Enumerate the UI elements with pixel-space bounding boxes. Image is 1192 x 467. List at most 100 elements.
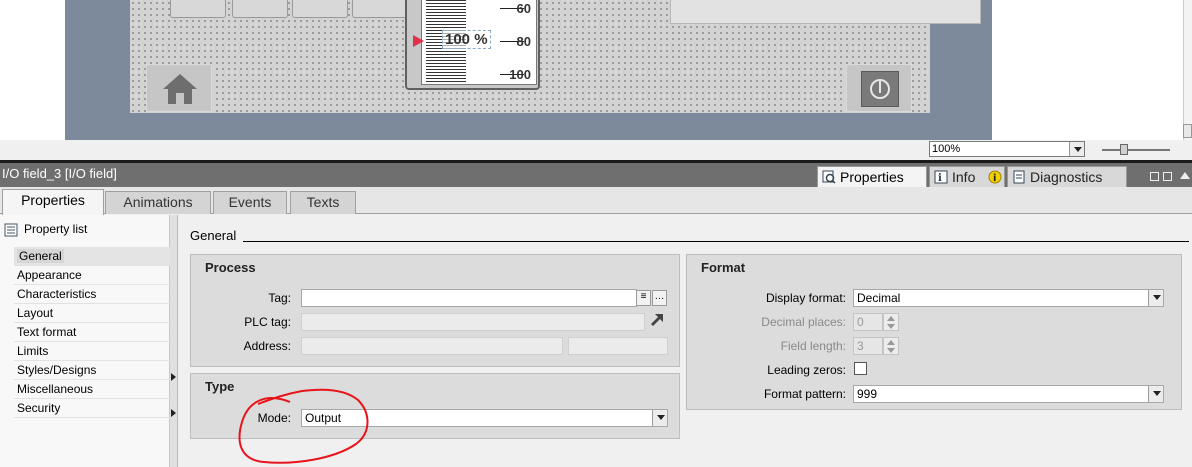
nav-item-label: Security	[17, 401, 61, 415]
nav-item-limits[interactable]: Limits	[14, 342, 170, 361]
process-title: Process	[205, 260, 256, 275]
scroll-down-arrow-icon[interactable]	[1183, 124, 1192, 138]
tab-animations[interactable]: Animations	[105, 191, 211, 214]
chevron-down-icon[interactable]	[652, 410, 667, 426]
nav-item-miscellaneous[interactable]: Miscellaneous	[14, 380, 170, 399]
restore-window-icon[interactable]	[1150, 172, 1159, 181]
inspector-header: I/O field_3 [I/O field] Properties i Inf…	[0, 160, 1192, 188]
tag-label: Tag:	[268, 291, 291, 305]
screen-text-field[interactable]	[670, 0, 981, 24]
gauge-tick-label: 80	[516, 34, 531, 49]
property-list-header[interactable]: Property list	[4, 222, 87, 237]
nav-item-layout[interactable]: Layout	[14, 304, 170, 323]
goto-arrow-icon[interactable]	[650, 313, 664, 327]
field-length-stepper[interactable]	[883, 337, 899, 355]
mode-label: Mode:	[257, 411, 291, 425]
format-pattern-dropdown[interactable]: 999	[853, 385, 1164, 403]
nav-item-characteristics[interactable]: Characteristics	[14, 285, 170, 304]
plc-tag-field	[301, 313, 645, 331]
zoom-slider-track	[1102, 149, 1170, 151]
decimal-places-label: Decimal places:	[761, 315, 846, 329]
gauge-tick-label: 100	[509, 67, 531, 82]
screen-back-key[interactable]	[232, 0, 288, 18]
expand-arrow-icon[interactable]	[171, 409, 176, 417]
nav-item-label: Limits	[17, 344, 49, 358]
maximize-window-icon[interactable]	[1163, 172, 1172, 181]
shutdown-button[interactable]	[846, 64, 912, 112]
info-warning-icon: i	[988, 170, 1002, 184]
format-title: Format	[701, 260, 746, 275]
tag-list-icon[interactable]: ≡	[636, 290, 651, 306]
decimal-places-field[interactable]: 0	[853, 313, 883, 331]
nav-splitter[interactable]	[170, 215, 178, 467]
svg-text:i: i	[938, 173, 942, 184]
zoom-slider[interactable]	[1102, 143, 1170, 155]
tab-properties-sub[interactable]: Properties	[2, 189, 104, 215]
zoom-dropdown[interactable]: 100%	[929, 141, 1085, 157]
plc-tag-label: PLC tag:	[244, 315, 291, 329]
property-tabs: Properties Animations Events Texts	[0, 187, 1192, 215]
tab-diagnostics-label: Diagnostics	[1030, 169, 1103, 185]
gauge-tick-label: 60	[516, 1, 531, 16]
tab-texts[interactable]: Texts	[290, 191, 356, 214]
address-type-field	[568, 337, 668, 355]
tab-label: Animations	[123, 194, 193, 210]
gauge-pointer-icon	[413, 35, 424, 47]
screen-home-key[interactable]	[170, 0, 226, 18]
tag-browse-button[interactable]: …	[652, 290, 667, 306]
tab-label: Events	[228, 194, 272, 210]
hmi-canvas[interactable]: 60 80 100 100 %	[0, 0, 1192, 158]
power-icon	[861, 71, 899, 107]
leading-zeros-checkbox[interactable]	[854, 362, 867, 375]
nav-item-appearance[interactable]: Appearance	[14, 266, 170, 285]
expand-arrow-icon[interactable]	[171, 373, 176, 381]
type-group: Type Mode: Output	[190, 373, 680, 439]
chevron-down-icon[interactable]	[1148, 386, 1163, 402]
nav-item-text-format[interactable]: Text format	[14, 323, 170, 342]
address-field	[301, 337, 563, 355]
tab-properties-label: Properties	[840, 169, 904, 185]
tab-diagnostics[interactable]: Diagnostics	[1007, 166, 1127, 188]
nav-item-general[interactable]: General	[14, 247, 170, 266]
canvas-vertical-scrollbar[interactable]	[1183, 0, 1192, 140]
section-divider	[243, 241, 1189, 242]
collapse-panel-icon[interactable]	[1180, 172, 1190, 179]
tag-input[interactable]	[301, 289, 637, 307]
nav-item-label: General	[17, 249, 64, 263]
format-pattern-value: 999	[857, 387, 878, 401]
io-field-value[interactable]: 100 %	[442, 30, 491, 49]
mode-dropdown[interactable]: Output	[301, 409, 668, 427]
screen-forward-key[interactable]	[292, 0, 348, 18]
tab-properties[interactable]: Properties	[817, 166, 927, 188]
decimal-places-stepper[interactable]	[883, 313, 899, 331]
zoom-value: 100%	[932, 143, 961, 155]
chevron-down-icon[interactable]	[1069, 142, 1084, 156]
display-format-value: Decimal	[857, 291, 901, 305]
tab-label: Texts	[306, 194, 340, 210]
tab-label: Properties	[21, 192, 85, 208]
home-button[interactable]	[146, 64, 212, 112]
tab-info[interactable]: i Info i	[929, 166, 1005, 188]
format-group: Format Display format: Decimal Decimal p…	[686, 254, 1182, 410]
type-title: Type	[205, 379, 235, 394]
property-list-icon	[4, 223, 18, 237]
home-icon	[163, 74, 197, 104]
nav-item-security[interactable]: Security	[14, 399, 170, 418]
canvas-margin	[0, 0, 65, 140]
field-length-field[interactable]: 3	[853, 337, 883, 355]
bar-gauge[interactable]: 60 80 100 100 %	[405, 0, 540, 90]
nav-item-label: Layout	[17, 306, 54, 320]
display-format-dropdown[interactable]: Decimal	[853, 289, 1164, 307]
properties-panel: General Process Tag: ≡ … PLC tag: Addres…	[179, 215, 1192, 467]
nav-item-label: Appearance	[17, 268, 82, 282]
zoom-slider-thumb[interactable]	[1120, 144, 1128, 155]
property-list-label: Property list	[24, 222, 88, 236]
nav-item-label: Characteristics	[17, 287, 97, 301]
display-format-label: Display format:	[765, 291, 846, 305]
screen-refresh-key[interactable]	[352, 0, 408, 18]
chevron-down-icon[interactable]	[1148, 290, 1163, 306]
diagnostics-icon	[1013, 170, 1025, 184]
tab-events[interactable]: Events	[213, 191, 287, 214]
nav-item-styles-designs[interactable]: Styles/Designs	[14, 361, 170, 380]
properties-icon	[822, 170, 836, 184]
